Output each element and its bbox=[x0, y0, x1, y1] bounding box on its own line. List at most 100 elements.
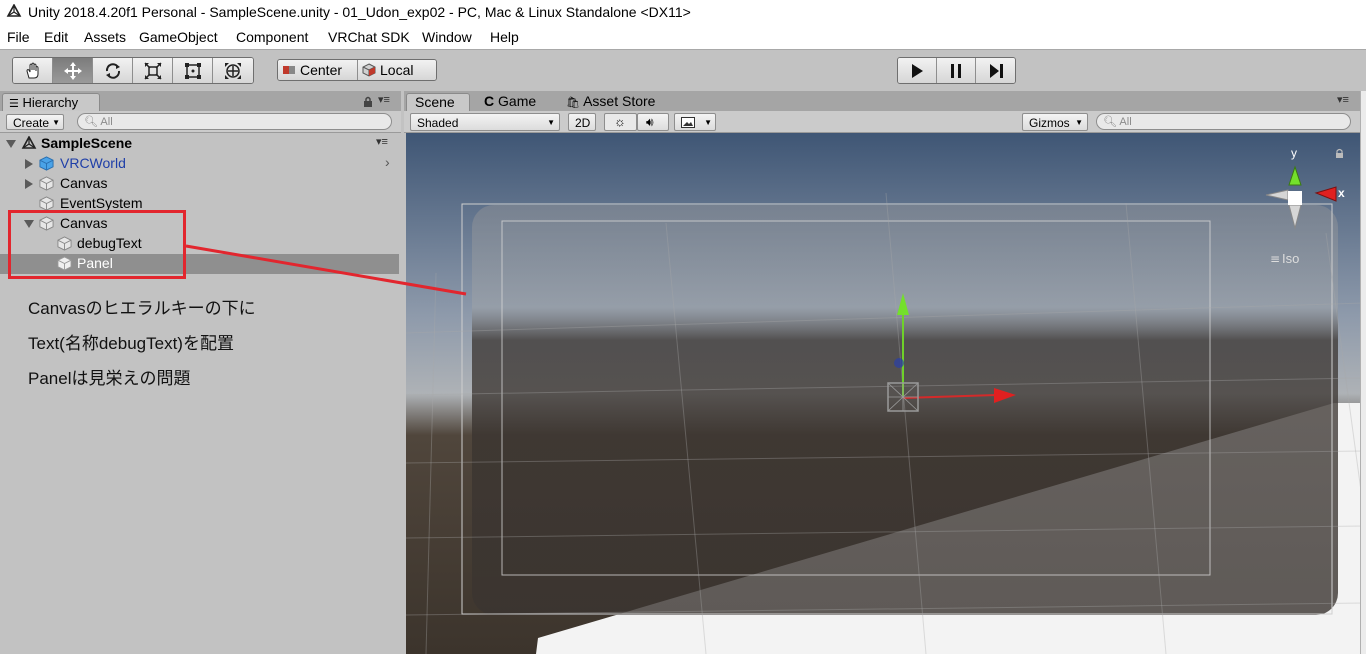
rect-tool-button[interactable] bbox=[173, 58, 213, 83]
scene-search-input[interactable]: 🔍︎ All bbox=[1096, 113, 1351, 130]
create-label: Create bbox=[13, 116, 50, 130]
pivot-center-button[interactable]: Center bbox=[278, 60, 358, 80]
scene-toolbar: Shaded ▼ 2D ☼ 🔊︎ ▼ Gizmos ▼ 🔍︎ All bbox=[404, 111, 1366, 133]
shading-mode-label: Shaded bbox=[417, 116, 459, 130]
hierarchy-tab-label: Hierarchy bbox=[22, 95, 79, 110]
hierarchy-item-vrcworld[interactable]: VRCWorld › bbox=[0, 154, 399, 174]
scene-tab-bar: Scene C Game 🛍︎ Asset Store ▾≡ bbox=[404, 91, 1366, 111]
pivot-local-label: Local bbox=[380, 62, 414, 78]
collapse-arrow-icon[interactable] bbox=[25, 179, 33, 189]
pivot-icon bbox=[283, 66, 295, 74]
scene-name: SampleScene bbox=[41, 135, 133, 151]
collapse-arrow-icon[interactable] bbox=[25, 159, 33, 169]
window-title: Unity 2018.4.20f1 Personal - SampleScene… bbox=[28, 4, 691, 20]
dropdown-arrow-icon: ▼ bbox=[1075, 118, 1083, 127]
lighting-toggle-button[interactable]: ☼ bbox=[604, 113, 637, 131]
game-icon: C bbox=[484, 93, 495, 109]
main-toolbar: Center Local bbox=[0, 49, 1366, 91]
unity-scene-icon bbox=[21, 136, 37, 149]
pause-button[interactable] bbox=[937, 58, 976, 83]
hierarchy-search-input[interactable]: 🔍︎ All bbox=[77, 113, 392, 130]
store-icon: 🛍︎ bbox=[566, 97, 580, 109]
transform-tool-button[interactable] bbox=[213, 58, 253, 83]
audio-toggle-button[interactable]: 🔊︎ bbox=[637, 113, 669, 131]
annotation-highlight-box bbox=[8, 210, 186, 279]
tab-game-label: Game bbox=[498, 93, 537, 109]
rotate-tool-button[interactable] bbox=[93, 58, 133, 83]
dropdown-arrow-icon: ▼ bbox=[52, 118, 60, 127]
axis-label-y: y bbox=[1291, 146, 1297, 160]
menu-help[interactable]: Help bbox=[490, 29, 519, 45]
tab-hierarchy[interactable]: ☰ Hierarchy bbox=[2, 93, 100, 111]
create-dropdown[interactable]: Create ▼ bbox=[6, 114, 64, 130]
menu-component[interactable]: Component bbox=[236, 29, 308, 45]
sun-icon: ☼ bbox=[614, 114, 626, 129]
unity-logo-icon bbox=[6, 4, 22, 17]
rotate-tool-icon bbox=[105, 62, 120, 79]
gameobject-cube-icon bbox=[39, 196, 54, 211]
scale-tool-button[interactable] bbox=[133, 58, 173, 83]
move-tool-icon bbox=[63, 61, 82, 80]
annotation-line-3: Panelは見栄えの問題 bbox=[28, 369, 191, 388]
hierarchy-search-placeholder: All bbox=[100, 116, 113, 128]
list-icon: ☰ bbox=[9, 98, 19, 110]
scene-view-canvas: y x Iso ≡ bbox=[406, 133, 1364, 654]
step-button[interactable] bbox=[976, 58, 1015, 83]
gizmos-dropdown[interactable]: Gizmos ▼ bbox=[1022, 113, 1088, 131]
transform-tool-icon bbox=[225, 62, 241, 79]
menu-bar: File Edit Assets GameObject Component VR… bbox=[0, 26, 1366, 49]
prefab-cube-icon bbox=[39, 156, 54, 171]
hierarchy-panel: ☰ Hierarchy ▾≡ Create ▼ 🔍︎ All SampleSce… bbox=[0, 91, 401, 654]
search-icon: 🔍︎ bbox=[1103, 116, 1117, 128]
menu-gameobject[interactable]: GameObject bbox=[139, 29, 218, 45]
title-bar: Unity 2018.4.20f1 Personal - SampleScene… bbox=[0, 0, 1366, 26]
play-button[interactable] bbox=[898, 58, 937, 83]
rect-tool-icon bbox=[184, 62, 201, 79]
axis-label-x: x bbox=[1338, 186, 1345, 200]
tab-game[interactable]: C Game bbox=[476, 93, 544, 111]
move-tool-button[interactable] bbox=[53, 58, 93, 83]
tab-scene[interactable]: Scene bbox=[406, 93, 470, 111]
step-icon bbox=[989, 63, 1003, 78]
menu-assets[interactable]: Assets bbox=[84, 29, 126, 45]
hierarchy-item-label: Canvas bbox=[60, 175, 108, 191]
speaker-icon: 🔊︎ bbox=[646, 115, 654, 129]
effects-dropdown[interactable]: ▼ bbox=[674, 113, 716, 131]
2d-toggle-button[interactable]: 2D bbox=[568, 113, 596, 131]
tab-asset-store[interactable]: 🛍︎ Asset Store bbox=[558, 93, 663, 111]
2d-toggle-label: 2D bbox=[575, 116, 591, 130]
scale-tool-icon bbox=[143, 61, 162, 80]
play-controls bbox=[897, 57, 1016, 84]
scene-panel: Scene C Game 🛍︎ Asset Store ▾≡ Shaded ▼ … bbox=[404, 91, 1366, 654]
hierarchy-item-canvas-1[interactable]: Canvas bbox=[0, 174, 399, 194]
chevron-right-icon[interactable]: › bbox=[385, 154, 390, 170]
annotation-line-1: Canvasのヒエラルキーの下に bbox=[28, 299, 256, 318]
panel-menu-icon[interactable]: ▾≡ bbox=[378, 93, 390, 106]
play-icon bbox=[912, 63, 923, 78]
search-icon: 🔍︎ bbox=[84, 116, 98, 128]
scene-viewport[interactable]: y x Iso ≡ bbox=[406, 133, 1364, 654]
scene-root-row[interactable]: SampleScene ▾≡ bbox=[0, 134, 399, 154]
menu-edit[interactable]: Edit bbox=[44, 29, 68, 45]
dropdown-arrow-icon: ▼ bbox=[547, 118, 555, 127]
scene-menu-icon[interactable]: ▾≡ bbox=[376, 135, 388, 148]
hierarchy-tab-bar: ☰ Hierarchy ▾≡ bbox=[0, 91, 401, 111]
dropdown-arrow-icon: ▼ bbox=[704, 118, 712, 127]
pivot-toggles: Center Local bbox=[277, 59, 437, 81]
menu-vrchat-sdk[interactable]: VRChat SDK bbox=[328, 29, 410, 45]
lock-icon[interactable] bbox=[363, 96, 373, 107]
hierarchy-item-label: VRCWorld bbox=[60, 155, 126, 171]
hierarchy-item-label: EventSystem bbox=[60, 195, 143, 211]
hand-tool-button[interactable] bbox=[13, 58, 53, 83]
pause-icon bbox=[951, 63, 961, 78]
pivot-center-label: Center bbox=[300, 62, 343, 78]
tab-scene-label: Scene bbox=[415, 94, 455, 110]
panel-menu-icon[interactable]: ▾≡ bbox=[1337, 93, 1349, 106]
pivot-local-button[interactable]: Local bbox=[358, 60, 436, 80]
menu-file[interactable]: File bbox=[7, 29, 30, 45]
expand-arrow-icon[interactable] bbox=[6, 140, 16, 148]
gizmos-label: Gizmos bbox=[1029, 116, 1070, 130]
hierarchy-toolbar: Create ▼ 🔍︎ All bbox=[0, 111, 401, 133]
shading-mode-dropdown[interactable]: Shaded ▼ bbox=[410, 113, 560, 131]
menu-window[interactable]: Window bbox=[422, 29, 472, 45]
